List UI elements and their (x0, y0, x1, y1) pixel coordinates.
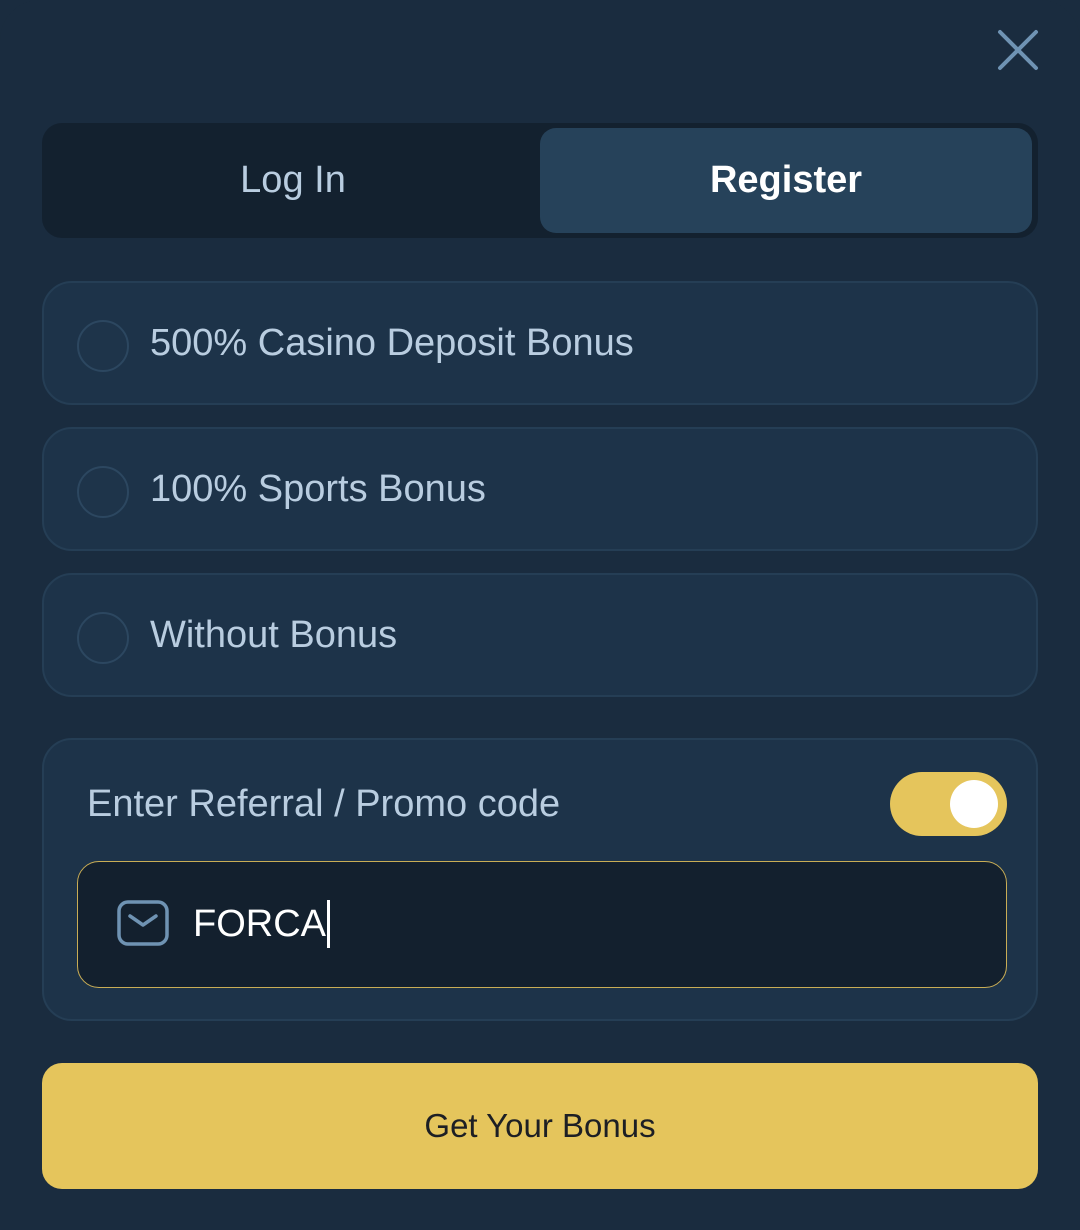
close-icon (998, 30, 1038, 70)
register-modal: Log In Register 500% Casino Deposit Bonu… (0, 0, 1080, 1230)
promo-code-section: Enter Referral / Promo code FORCA (42, 738, 1038, 1021)
bonus-option-casino[interactable]: 500% Casino Deposit Bonus (42, 281, 1038, 405)
radio-button[interactable] (77, 466, 129, 518)
bonus-option-label: 100% Sports Bonus (150, 467, 486, 510)
envelope-icon (116, 899, 170, 947)
tab-register[interactable]: Register (540, 128, 1032, 233)
promo-code-input[interactable]: FORCA (77, 861, 1007, 988)
get-bonus-button[interactable]: Get Your Bonus (42, 1063, 1038, 1189)
promo-code-label: Enter Referral / Promo code (87, 782, 561, 825)
bonus-option-label: 500% Casino Deposit Bonus (150, 321, 634, 364)
bonus-option-label: Without Bonus (150, 613, 398, 656)
radio-button[interactable] (77, 612, 129, 664)
bonus-option-none[interactable]: Without Bonus (42, 573, 1038, 697)
promo-code-toggle[interactable] (890, 772, 1007, 836)
bonus-option-sports[interactable]: 100% Sports Bonus (42, 427, 1038, 551)
promo-code-value[interactable]: FORCA (193, 862, 330, 986)
radio-button[interactable] (77, 320, 129, 372)
text-caret (327, 900, 330, 948)
toggle-knob (950, 780, 998, 828)
tab-log-in[interactable]: Log In (47, 128, 539, 233)
auth-tabs: Log In Register (42, 123, 1038, 238)
close-button[interactable] (992, 24, 1044, 76)
